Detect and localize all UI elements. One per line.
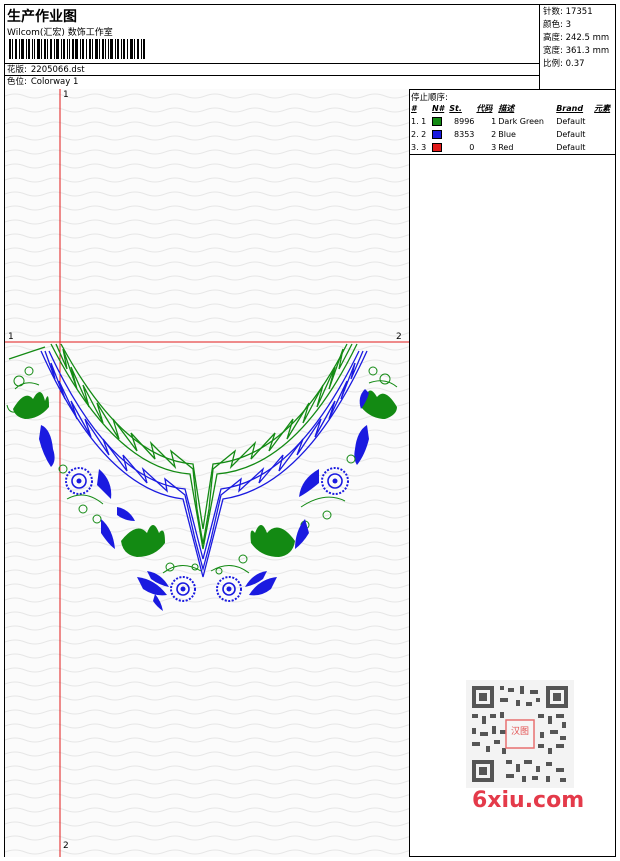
width-value: 361.3 mm [565,46,610,56]
qr-code-watermark: 汉图 [466,680,574,788]
color-swatch [431,115,448,128]
table-row: 2. 2 8353 2 Blue Default [410,128,615,141]
table-row: 1. 1 8996 1 Dark Green Default [410,115,615,128]
stop-sequence-table: # N# St. 代码 描述 Brand 元素 1. 1 8996 1 Dark… [410,102,615,155]
col-index: # [411,104,417,113]
col-brand: Brand [556,104,584,113]
embroidery-design [5,89,409,857]
stitch-count-row: 针数: 17351 [543,6,615,19]
table-header-row: # N# St. 代码 描述 Brand 元素 [410,102,615,115]
row-element [593,115,615,128]
row-stitches: 0 [469,143,475,152]
row-stitches: 8996 [454,117,475,126]
design-stats: 针数: 17351 颜色: 3 高度: 242.5 mm 宽度: 361.3 m… [539,5,615,89]
scale-row: 比例: 0.37 [543,58,615,71]
colorway-row: 色位: Colorway 1 [5,75,539,89]
header: 生产作业图 Wilcom(汇宏) 数饰工作室 花版: 2205066.dst 色… [5,5,615,90]
color-swatch [431,141,448,155]
color-count-label: 颜色: [543,20,563,30]
row-element [593,128,615,141]
row-index: 1. 1 [411,117,427,126]
studio-name: Wilcom(汇宏) 数饰工作室 [7,28,113,38]
width-label: 宽度: [543,46,563,56]
watermark-brand: 6xiu.com [472,788,585,813]
scale-value: 0.37 [565,59,585,69]
design-file: 2205066.dst [30,65,85,75]
col-stitches: St. [449,104,462,113]
design-file-row: 花版: 2205066.dst [5,63,539,75]
guide-label-h-right: 2 [396,332,402,342]
col-description: 描述 [498,104,515,113]
row-description: Dark Green [498,117,544,126]
page-title: 生产作业图 [7,9,77,25]
swatch-red [431,143,442,152]
qr-seal-text: 汉图 [511,726,529,737]
guide-label-h-left: 1 [8,332,14,342]
color-swatch [431,128,448,141]
row-brand: Default [556,130,586,139]
stop-sequence-title: 停止顺序: [411,93,448,103]
header-info: 生产作业图 Wilcom(汇宏) 数饰工作室 花版: 2205066.dst 色… [5,5,539,89]
swatch-blue [431,130,442,139]
barcode [9,39,145,59]
scale-label: 比例: [543,59,563,69]
color-count: 3 [565,20,571,30]
row-description: Blue [498,130,516,139]
color-count-row: 颜色: 3 [543,19,615,32]
col-code: 代码 [476,104,493,113]
design-preview: 1 2 1 2 [5,89,410,857]
row-stitches: 8353 [454,130,475,139]
col-needle: N# [431,104,445,113]
row-code: 3 [491,143,497,152]
stitch-count-label: 针数: [543,7,563,17]
row-code: 1 [491,117,497,126]
width-row: 宽度: 361.3 mm [543,45,615,58]
row-code: 2 [491,130,497,139]
colorway-label: 色位: [7,77,27,87]
row-element [593,141,615,155]
row-index: 3. 3 [411,143,427,152]
design-label: 花版: [7,65,27,75]
row-brand: Default [556,143,586,152]
height-row: 高度: 242.5 mm [543,32,615,45]
row-index: 2. 2 [411,130,427,139]
guide-label-v-bottom: 2 [63,841,69,851]
row-description: Red [498,143,514,152]
row-brand: Default [556,117,586,126]
height-value: 242.5 mm [565,33,610,43]
guide-label-v-top: 1 [63,90,69,100]
colorway-value: Colorway 1 [30,77,79,87]
table-row: 3. 3 0 3 Red Default [410,141,615,155]
col-element: 元素 [594,104,611,113]
stitch-count: 17351 [565,7,593,17]
swatch-green [431,117,442,126]
height-label: 高度: [543,33,563,43]
